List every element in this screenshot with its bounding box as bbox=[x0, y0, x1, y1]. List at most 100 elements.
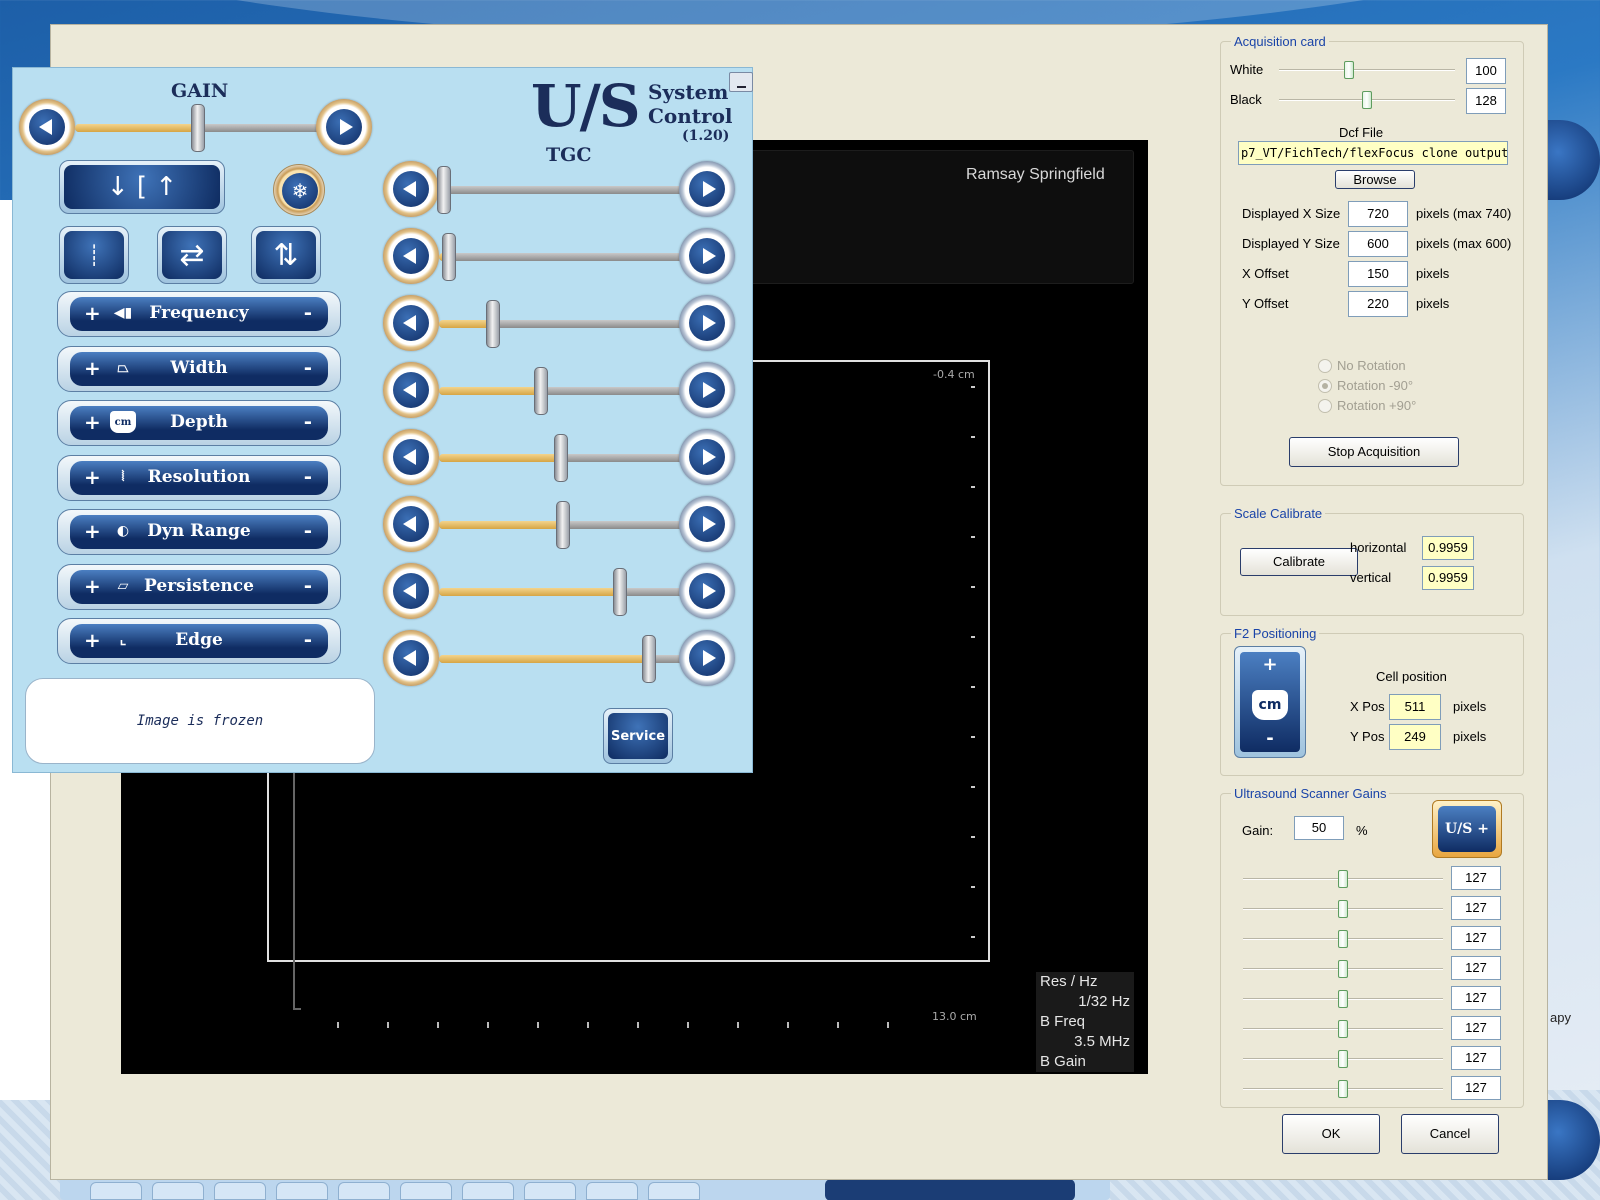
scanner-gain-slider-thumb[interactable] bbox=[1338, 930, 1348, 948]
f2-depth-button[interactable]: + cm - bbox=[1234, 646, 1306, 758]
ypos-field[interactable]: 249 bbox=[1389, 724, 1441, 750]
browse-button[interactable]: Browse bbox=[1335, 170, 1415, 189]
tgc-decrease-button[interactable] bbox=[383, 429, 439, 485]
param-button-edge[interactable]: + ⌞ Edge - bbox=[57, 618, 341, 664]
calibrate-button[interactable]: Calibrate bbox=[1240, 548, 1358, 576]
tgc-slider[interactable] bbox=[439, 300, 683, 348]
param-button-frequency[interactable]: + ◀▮ Frequency - bbox=[57, 291, 341, 337]
param-button-width[interactable]: + ⏢ Width - bbox=[57, 345, 341, 392]
radio-rotation-minus-90[interactable]: Rotation -90° bbox=[1317, 378, 1413, 393]
decrease-icon[interactable]: - bbox=[304, 355, 312, 379]
tgc-slider[interactable] bbox=[439, 568, 683, 616]
white-slider-thumb[interactable] bbox=[1344, 61, 1354, 79]
tgc-slider[interactable] bbox=[437, 166, 683, 214]
stop-acquisition-button[interactable]: Stop Acquisition bbox=[1289, 437, 1459, 467]
scanner-gain-slider[interactable] bbox=[1243, 990, 1443, 1008]
tgc-slider[interactable] bbox=[439, 233, 683, 281]
white-value-field[interactable]: 100 bbox=[1466, 58, 1506, 84]
minimize-button[interactable] bbox=[729, 72, 753, 92]
scanner-gain-slider[interactable] bbox=[1243, 1080, 1443, 1098]
freeze-button[interactable]: ❄ bbox=[273, 164, 325, 216]
center-line-button[interactable]: ┊ bbox=[59, 226, 129, 284]
scanner-gain-value[interactable]: 127 bbox=[1451, 866, 1501, 890]
service-button[interactable]: Service bbox=[603, 708, 673, 764]
tgc-slider[interactable] bbox=[439, 501, 683, 549]
scanner-gain-slider[interactable] bbox=[1243, 1020, 1443, 1038]
scanner-gain-value[interactable]: 127 bbox=[1451, 1016, 1501, 1040]
tgc-decrease-button[interactable] bbox=[383, 228, 439, 284]
gain-slider-thumb[interactable] bbox=[191, 104, 205, 152]
tgc-increase-button[interactable] bbox=[679, 563, 735, 619]
scanner-gain-value[interactable]: 127 bbox=[1451, 1076, 1501, 1100]
decrease-icon[interactable]: - bbox=[304, 573, 312, 597]
white-slider[interactable] bbox=[1279, 61, 1455, 79]
radio-rotation-plus-90[interactable]: Rotation +90° bbox=[1317, 398, 1416, 413]
param-button-depth[interactable]: + cm Depth - bbox=[57, 400, 341, 446]
field-input[interactable]: 720 bbox=[1348, 201, 1408, 227]
cancel-button[interactable]: Cancel bbox=[1401, 1114, 1499, 1154]
tgc-slider[interactable] bbox=[439, 367, 683, 415]
decrease-icon[interactable]: - bbox=[304, 518, 312, 542]
tgc-increase-button[interactable] bbox=[679, 161, 735, 217]
scanner-gain-slider-thumb[interactable] bbox=[1338, 990, 1348, 1008]
scanner-gain-slider[interactable] bbox=[1243, 870, 1443, 888]
tgc-decrease-button[interactable] bbox=[383, 563, 439, 619]
decrease-icon[interactable]: - bbox=[304, 409, 312, 433]
tgc-slider-thumb[interactable] bbox=[556, 501, 570, 549]
decrease-icon[interactable]: - bbox=[304, 464, 312, 488]
scanner-gain-slider-thumb[interactable] bbox=[1338, 900, 1348, 918]
vertical-scale-field[interactable]: 0.9959 bbox=[1422, 566, 1474, 590]
tgc-decrease-button[interactable] bbox=[383, 630, 439, 686]
gain-increase-button[interactable] bbox=[316, 99, 372, 155]
gain-decrease-button[interactable] bbox=[19, 99, 75, 155]
scanner-gain-value[interactable]: 127 bbox=[1451, 956, 1501, 980]
tgc-slider-thumb[interactable] bbox=[442, 233, 456, 281]
tgc-slider[interactable] bbox=[439, 434, 683, 482]
tgc-increase-button[interactable] bbox=[679, 295, 735, 351]
field-input[interactable]: 150 bbox=[1348, 261, 1408, 287]
field-input[interactable]: 600 bbox=[1348, 231, 1408, 257]
horizontal-scale-field[interactable]: 0.9959 bbox=[1422, 536, 1474, 560]
tgc-increase-button[interactable] bbox=[679, 362, 735, 418]
scanner-gain-value[interactable]: 127 bbox=[1451, 1046, 1501, 1070]
param-button-resolution[interactable]: + ⦚ Resolution - bbox=[57, 454, 341, 501]
scanner-gain-slider-thumb[interactable] bbox=[1338, 1020, 1348, 1038]
decrease-icon[interactable]: - bbox=[304, 627, 312, 651]
black-slider-thumb[interactable] bbox=[1362, 91, 1372, 109]
gain-percent-field[interactable]: 50 bbox=[1294, 816, 1344, 840]
scanner-gain-slider[interactable] bbox=[1243, 1050, 1443, 1068]
scanner-gain-slider[interactable] bbox=[1243, 900, 1443, 918]
scanner-gain-slider-thumb[interactable] bbox=[1338, 870, 1348, 888]
tgc-slider-thumb[interactable] bbox=[534, 367, 548, 415]
param-button-dyn-range[interactable]: + ◐ Dyn Range - bbox=[57, 509, 341, 555]
us-plus-button[interactable]: U/S + bbox=[1432, 800, 1502, 858]
tgc-slider-thumb[interactable] bbox=[437, 166, 451, 214]
scanner-gain-value[interactable]: 127 bbox=[1451, 896, 1501, 920]
scanner-gain-value[interactable]: 127 bbox=[1451, 986, 1501, 1010]
gain-slider[interactable] bbox=[75, 104, 321, 152]
decrease-icon[interactable]: - bbox=[304, 300, 312, 324]
tgc-slider-thumb[interactable] bbox=[554, 434, 568, 482]
tgc-decrease-button[interactable] bbox=[383, 496, 439, 552]
tgc-slider[interactable] bbox=[439, 635, 683, 683]
scanner-gain-slider-thumb[interactable] bbox=[1338, 1050, 1348, 1068]
tgc-increase-button[interactable] bbox=[679, 496, 735, 552]
tgc-decrease-button[interactable] bbox=[383, 362, 439, 418]
field-input[interactable]: 220 bbox=[1348, 291, 1408, 317]
tgc-slider-thumb[interactable] bbox=[486, 300, 500, 348]
scan-direction-button[interactable]: ↓ [ ↑ bbox=[59, 160, 225, 214]
tgc-decrease-button[interactable] bbox=[383, 161, 439, 217]
flip-horizontal-button[interactable]: ⇄ bbox=[157, 226, 227, 284]
tgc-decrease-button[interactable] bbox=[383, 295, 439, 351]
tgc-increase-button[interactable] bbox=[679, 228, 735, 284]
tgc-increase-button[interactable] bbox=[679, 429, 735, 485]
xpos-field[interactable]: 511 bbox=[1389, 694, 1441, 720]
scanner-gain-value[interactable]: 127 bbox=[1451, 926, 1501, 950]
scanner-gain-slider-thumb[interactable] bbox=[1338, 1080, 1348, 1098]
flip-vertical-button[interactable]: ⇅ bbox=[251, 226, 321, 284]
tgc-slider-thumb[interactable] bbox=[613, 568, 627, 616]
tgc-increase-button[interactable] bbox=[679, 630, 735, 686]
tgc-slider-thumb[interactable] bbox=[642, 635, 656, 683]
dcf-file-field[interactable]: p7_VT/FichTech/flexFocus clone output.dc… bbox=[1238, 141, 1508, 165]
param-button-persistence[interactable]: + ▱ Persistence - bbox=[57, 563, 341, 610]
